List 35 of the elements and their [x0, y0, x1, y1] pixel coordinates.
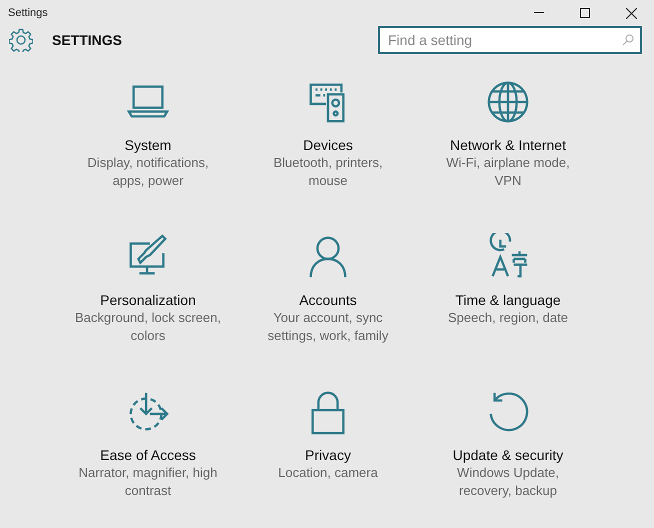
- category-description: Narrator, magnifier, high contrast: [78, 464, 218, 500]
- category-description: Your account, sync settings, work, family: [266, 309, 390, 345]
- maximize-icon: [580, 8, 590, 18]
- category-title: System: [124, 136, 172, 154]
- window-title: Settings: [8, 6, 48, 21]
- settings-category[interactable]: Devices Bluetooth, printers, mouse: [238, 78, 418, 233]
- settings-category[interactable]: Update & security Windows Update, recovery, backup: [418, 388, 598, 528]
- category-description: Background, lock screen, colors: [75, 309, 221, 345]
- category-title: Network & Internet: [450, 136, 566, 154]
- gear-icon: [9, 28, 33, 52]
- search-field[interactable]: Find a setting: [378, 26, 642, 54]
- settings-category[interactable]: System Display, notifications, apps, power: [58, 78, 238, 233]
- close-icon: [626, 8, 636, 18]
- category-description: Windows Update, recovery, backup: [456, 464, 560, 500]
- settings-category[interactable]: Ease of Access Narrator, magnifier, high contrast: [58, 388, 238, 528]
- settings-category[interactable]: Network & Internet Wi-Fi, airplane mode, VPN: [418, 78, 598, 233]
- category-description: Bluetooth, printers, mouse: [272, 154, 384, 190]
- page-title: SETTINGS: [52, 30, 122, 50]
- category-title: Ease of Access: [100, 446, 196, 464]
- category-title: Time & language: [455, 291, 561, 309]
- category-description: Display, notifications, apps, power: [86, 154, 210, 190]
- category-title: Devices: [303, 136, 353, 154]
- category-description: Wi-Fi, airplane mode, VPN: [445, 154, 571, 190]
- category-description: Location, camera: [277, 464, 379, 482]
- category-description: Speech, region, date: [447, 309, 569, 327]
- settings-category[interactable]: Personalization Background, lock screen, colors: [58, 233, 238, 388]
- settings-category[interactable]: Time & language Speech, region, date: [418, 233, 598, 388]
- category-title: Privacy: [305, 446, 351, 464]
- search-icon: [622, 34, 634, 46]
- category-title: Update & security: [452, 446, 564, 464]
- category-title: Personalization: [100, 291, 196, 309]
- settings-category[interactable]: Privacy Location, camera: [238, 388, 418, 528]
- settings-category[interactable]: Accounts Your account, sync settings, work, family: [238, 233, 418, 388]
- category-title: Accounts: [299, 291, 357, 309]
- minimize-icon: [534, 12, 544, 14]
